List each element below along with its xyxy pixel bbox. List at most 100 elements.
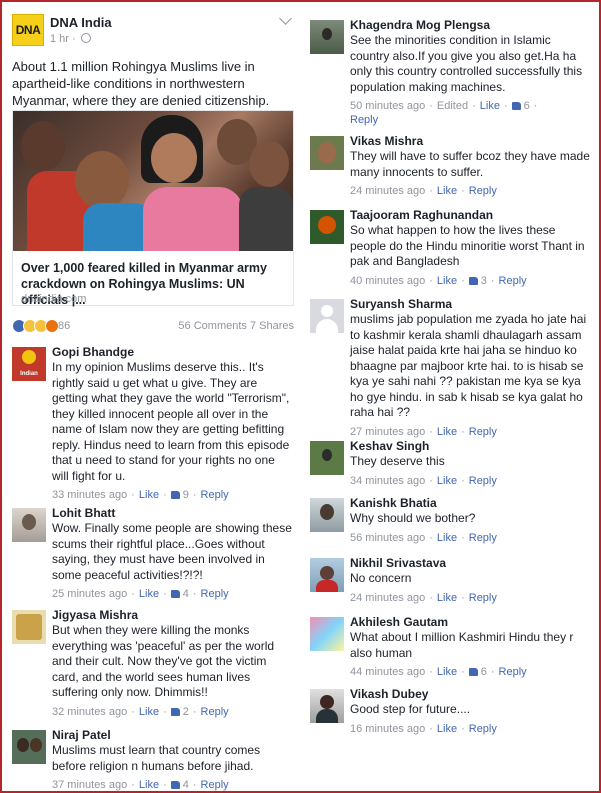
comment-body: Vikas Mishra They will have to suffer bc… [350,134,590,198]
post-timestamp[interactable]: 1 hr · [50,33,91,45]
commenter-name[interactable]: Lohit Bhatt [52,506,294,520]
comment-text: See the minorities condition in Islamic … [350,33,583,94]
post-column: DNA DNA India 1 hr · About 1.1 million R… [6,2,298,791]
comment-time[interactable]: 25 minutes ago [52,588,127,600]
link-preview-card[interactable]: Over 1,000 feared killed in Myanmar army… [12,110,294,307]
reply-button[interactable]: Reply [469,185,497,197]
comment-text: Good step for future.... [350,702,471,716]
commenter-name[interactable]: Keshav Singh [350,439,590,453]
comment-time[interactable]: 34 minutes ago [350,475,425,487]
like-button[interactable]: Like [437,592,457,604]
comment-time[interactable]: 32 minutes ago [52,706,127,718]
commenter-name[interactable]: Vikas Mishra [350,134,590,148]
comment-body: Taajooram Raghunandan So what happen to … [350,208,590,288]
commenter-name[interactable]: Kanishk Bhatia [350,496,590,510]
avatar[interactable] [12,610,46,644]
commenter-name[interactable]: Gopi Bhandge [52,345,294,359]
comment-meta: 25 minutes ago · Like · 4 · Reply [52,588,229,600]
reaction-count[interactable]: 86 [58,320,70,332]
reply-button[interactable]: Reply [201,706,229,718]
avatar[interactable] [310,558,344,592]
like-count[interactable]: 4 [183,779,189,791]
like-button[interactable]: Like [139,588,159,600]
like-count[interactable]: 6 [524,100,530,112]
avatar[interactable]: Indian Army [12,347,46,381]
like-count[interactable]: 2 [183,706,189,718]
commenter-name[interactable]: Taajooram Raghunandan [350,208,590,222]
reply-button[interactable]: Reply [499,666,527,678]
like-button[interactable]: Like [437,666,457,678]
page-name[interactable]: DNA India [50,15,112,30]
comment-body: Khagendra Mog Plengsa See the minorities… [350,18,590,127]
chevron-down-icon[interactable] [279,12,292,25]
like-button[interactable]: Like [437,185,457,197]
comment-time[interactable]: 56 minutes ago [350,532,425,544]
comment-time[interactable]: 40 minutes ago [350,275,425,287]
comment-meta: 27 minutes ago · Like · Reply [350,425,497,438]
like-button[interactable]: Like [437,723,457,735]
comment-time[interactable]: 16 minutes ago [350,723,425,735]
like-button[interactable]: Like [437,475,457,487]
commenter-name[interactable]: Akhilesh Gautam [350,615,590,629]
avatar[interactable] [310,136,344,170]
avatar[interactable] [310,299,344,333]
avatar[interactable] [310,498,344,532]
like-count[interactable]: 9 [183,489,189,501]
comment-meta: 33 minutes ago · Like · 9 · Reply [52,489,229,501]
comment-time[interactable]: 27 minutes ago [350,426,425,438]
reply-button[interactable]: Reply [499,275,527,287]
like-button[interactable]: Like [480,100,500,112]
comments-shares-count[interactable]: 56 Comments 7 Shares [178,320,294,332]
reply-button[interactable]: Reply [469,532,497,544]
commenter-name[interactable]: Vikash Dubey [350,687,590,701]
comment-time[interactable]: 44 minutes ago [350,666,425,678]
avatar[interactable] [12,508,46,542]
comment-time[interactable]: 50 minutes ago [350,100,425,112]
comment-time[interactable]: 37 minutes ago [52,779,127,791]
like-count[interactable]: 3 [481,275,487,287]
like-button[interactable]: Like [437,532,457,544]
comment-body: Akhilesh Gautam What about I million Kas… [350,615,590,679]
reply-button[interactable]: Reply [469,426,497,438]
comment-time[interactable]: 24 minutes ago [350,185,425,197]
commenter-name[interactable]: Jigyasa Mishra [52,608,294,622]
edited-label[interactable]: Edited [437,100,468,112]
commenter-name[interactable]: Khagendra Mog Plengsa [350,18,590,32]
like-button[interactable]: Like [437,426,457,438]
like-count[interactable]: 6 [481,666,487,678]
like-count[interactable]: 4 [183,588,189,600]
reply-button[interactable]: Reply [469,723,497,735]
like-button[interactable]: Like [139,706,159,718]
reply-button[interactable]: Reply [201,588,229,600]
dna-india-logo[interactable]: DNA [12,14,44,46]
comment-text: Muslims must learn that country comes be… [52,743,261,773]
reply-button[interactable]: Reply [201,779,229,791]
reply-button[interactable]: Reply [469,592,497,604]
comment-text: In my opinion Muslims deserve this.. It'… [52,360,290,483]
avatar[interactable] [310,617,344,651]
comment-meta: 56 minutes ago · Like · Reply [350,531,497,544]
avatar[interactable] [310,20,344,54]
globe-icon [80,33,91,43]
commenter-name[interactable]: Suryansh Sharma [350,297,590,311]
avatar[interactable] [310,441,344,475]
reply-button[interactable]: Reply [201,489,229,501]
reply-button[interactable]: Reply [350,114,378,126]
comments-count[interactable]: 56 Comments [178,320,246,332]
like-button[interactable]: Like [437,275,457,287]
like-button[interactable]: Like [139,779,159,791]
shares-count[interactable]: 7 Shares [250,320,294,332]
comment-meta: 50 minutes ago · Edited · Like · 6 · Reply [350,100,538,126]
comment-time[interactable]: 24 minutes ago [350,592,425,604]
avatar[interactable] [12,730,46,764]
reply-button[interactable]: Reply [469,475,497,487]
like-count-icon [170,491,180,499]
commenter-name[interactable]: Niraj Patel [52,728,294,742]
avatar[interactable] [310,689,344,723]
commenter-name[interactable]: Nikhil Srivastava [350,556,590,570]
avatar[interactable] [310,210,344,244]
comment-time[interactable]: 33 minutes ago [52,489,127,501]
comment-body: Vikash Dubey Good step for future.... 16… [350,687,590,736]
like-button[interactable]: Like [139,489,159,501]
comment-text: Wow. Finally some people are showing the… [52,521,292,582]
